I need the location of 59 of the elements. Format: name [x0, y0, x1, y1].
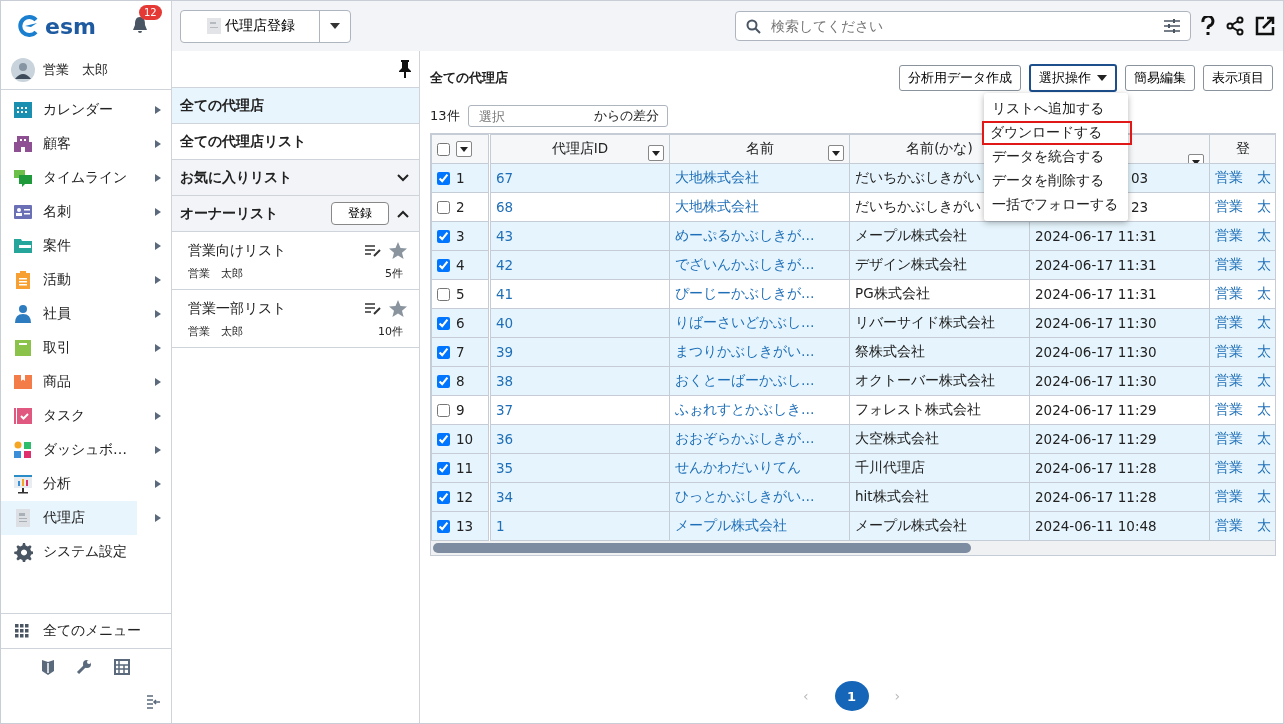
table-cell: メープル株式会社: [849, 221, 1030, 251]
section-title: オーナーリスト: [180, 204, 278, 223]
table-cell: デザイン株式会社: [849, 250, 1030, 280]
list-count: 5件: [385, 266, 403, 281]
logo-text: esm: [45, 13, 96, 39]
notification-badge: 12: [139, 5, 162, 20]
table-cell: 2024-06-17 11:30: [1029, 308, 1210, 338]
table-cell: リバーサイド株式会社: [849, 308, 1030, 338]
table-cell: 42: [489, 250, 670, 280]
row-number: 10: [456, 431, 474, 447]
table-cell: 2024-06-17 11:28: [1029, 482, 1210, 512]
row-number: 11: [456, 460, 474, 476]
row-number: 3: [456, 228, 465, 244]
table-cell: 35: [489, 453, 670, 483]
table-cell: 2024-06-17 11:30: [1029, 366, 1210, 396]
row-number: 8: [456, 373, 465, 389]
table-cell: 34: [489, 482, 670, 512]
table-cell: 43: [489, 221, 670, 251]
table-cell: 1: [489, 511, 670, 541]
table-cell: 2024-06-11 10:48: [1029, 511, 1210, 541]
row-number: 5: [456, 286, 465, 302]
table-cell: 祭株式会社: [849, 337, 1030, 367]
table-cell: 大空株式会社: [849, 424, 1030, 454]
list-owner: 営業 太郎: [188, 324, 244, 339]
table-cell: 2024-06-17 11:28: [1029, 453, 1210, 483]
table-cell: 40: [489, 308, 670, 338]
table-cell: 36: [489, 424, 670, 454]
table-cell: 2024-06-17 11:30: [1029, 337, 1210, 367]
row-number: 6: [456, 315, 465, 331]
table-cell: hit株式会社: [849, 482, 1030, 512]
table-cell: 38: [489, 366, 670, 396]
table-cell: 68: [489, 192, 670, 222]
table-cell: メープル株式会社: [849, 511, 1030, 541]
row-number: 13: [456, 518, 474, 534]
table-cell: 41: [489, 279, 670, 309]
diff-suffix: からの差分: [593, 107, 659, 125]
list-count: 10件: [378, 324, 403, 339]
record-count: 13件: [430, 107, 460, 125]
row-number: 7: [456, 344, 465, 360]
table-cell: 67: [489, 163, 670, 193]
row-number: 12: [456, 489, 474, 505]
row-number: 1: [456, 170, 465, 186]
table-cell: オクトーバー株式会社: [849, 366, 1030, 396]
section-title: お気に入りリスト: [180, 168, 292, 187]
row-number: 4: [456, 257, 465, 273]
row-number: 2: [456, 199, 465, 215]
row-number: 9: [456, 402, 465, 418]
page-title: 全ての代理店: [430, 69, 508, 87]
table-cell: 2024-06-17 11:29: [1029, 424, 1210, 454]
table-cell: PG株式会社: [849, 279, 1030, 309]
list-owner: 営業 太郎: [188, 266, 244, 281]
table-cell: 2024-06-17 11:31: [1029, 250, 1210, 280]
table-cell: 2024-06-17 11:31: [1029, 279, 1210, 309]
table-cell: フォレスト株式会社: [849, 395, 1030, 425]
table-cell: 2024-06-17 11:31: [1029, 221, 1210, 251]
table-cell: 39: [489, 337, 670, 367]
table-cell: 37: [489, 395, 670, 425]
table-cell: 2024-06-17 11:29: [1029, 395, 1210, 425]
table-cell: 千川代理店: [849, 453, 1030, 483]
